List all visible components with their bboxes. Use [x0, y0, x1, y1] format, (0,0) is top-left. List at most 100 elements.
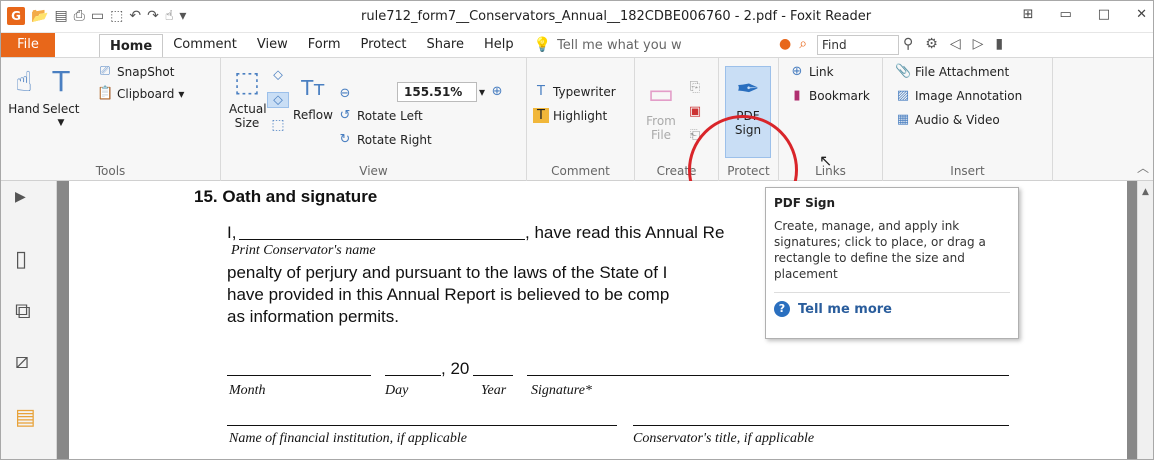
- line1-start: I,: [227, 223, 237, 242]
- maximize-icon[interactable]: □: [1098, 7, 1110, 22]
- layers-icon[interactable]: ⧄: [15, 349, 29, 374]
- year-prefix: , 20: [441, 359, 470, 378]
- group-label-comment: Comment: [551, 164, 610, 178]
- reflow-icon: Tт: [301, 76, 325, 100]
- zoom-level-select[interactable]: 155.51%: [397, 82, 477, 102]
- ribbon-display-icon[interactable]: ⊞: [1023, 7, 1034, 22]
- paperclip-icon: 📎: [895, 64, 912, 79]
- group-label-insert: Insert: [950, 164, 985, 178]
- clipboard-icon: 📋: [97, 86, 114, 101]
- actual-size-button[interactable]: ⬚ Actual Size: [229, 66, 267, 131]
- create-scan-button[interactable]: ▣: [687, 104, 703, 119]
- group-label-view: View: [359, 164, 388, 178]
- collapse-ribbon-icon[interactable]: ︿: [1137, 159, 1149, 176]
- reflow-button[interactable]: Tт Reflow: [293, 72, 333, 122]
- zoom-in-icon[interactable]: ⊕: [489, 84, 505, 99]
- comments-icon[interactable]: ▤: [15, 405, 36, 430]
- window-controls: ⊞ ▭ □ ✕: [1023, 7, 1147, 22]
- tab-view[interactable]: View: [247, 33, 298, 57]
- day-field[interactable]: [385, 375, 441, 376]
- create-blank-button[interactable]: ⎘: [687, 80, 703, 95]
- find-settings-icon[interactable]: ⌕: [799, 36, 807, 52]
- customize-dropdown-icon[interactable]: ▾: [179, 7, 186, 25]
- body-line-3: have provided in this Annual Report is b…: [227, 285, 670, 304]
- zoom-dropdown-icon[interactable]: ▾: [479, 85, 485, 99]
- bookmark-button[interactable]: ▮ Bookmark: [789, 88, 869, 103]
- scan-icon: ▣: [688, 104, 702, 119]
- vertical-scrollbar[interactable]: ▲: [1137, 181, 1153, 459]
- hand-tool-icon[interactable]: ☝: [165, 7, 174, 25]
- zoom-out-icon: ⊖: [339, 86, 351, 101]
- print-icon[interactable]: ⎙: [74, 7, 85, 25]
- body-line-4: as information permits.: [227, 307, 399, 326]
- next-result-icon[interactable]: ▷: [973, 36, 984, 52]
- tab-protect[interactable]: Protect: [351, 33, 417, 57]
- foxit-help-icon[interactable]: ●: [779, 36, 791, 52]
- line1-end: , have read this Annual Re: [525, 223, 725, 242]
- minimize-icon[interactable]: ▭: [1060, 7, 1072, 22]
- conservator-title-field[interactable]: [633, 425, 1009, 426]
- zoom-out-button[interactable]: ⊖: [337, 86, 353, 101]
- from-file-button[interactable]: ▭ From File: [641, 78, 681, 143]
- print-name-label: Print Conservator's name: [231, 243, 376, 258]
- ribbon-home: ☝ Hand T Select ▼ ⎚ SnapShot 📋 Clipboard…: [1, 57, 1153, 225]
- open-icon[interactable]: 📂: [31, 7, 48, 25]
- search-icon[interactable]: ⚲: [903, 36, 913, 52]
- file-attachment-button[interactable]: 📎 File Attachment: [895, 64, 1009, 79]
- tab-help[interactable]: Help: [474, 33, 524, 57]
- tab-form[interactable]: Form: [298, 33, 351, 57]
- tell-me-more-link[interactable]: ? Tell me more: [774, 301, 1010, 317]
- quick-access-toolbar: G 📂 ▤ ⎙ ▭ ⬚ ↶ ↷ ☝ ▾: [7, 7, 186, 25]
- hand-button[interactable]: ☝ Hand: [7, 66, 41, 117]
- institution-field[interactable]: [227, 425, 617, 426]
- rotate-left-button[interactable]: ↺ Rotate Left: [337, 108, 423, 123]
- body-line-2: penalty of perjury and pursuant to the l…: [227, 263, 668, 282]
- window-title: rule712_form7__Conservators_Annual__182C…: [361, 9, 872, 24]
- expand-panel-icon[interactable]: ▶: [15, 189, 26, 205]
- title-bar: G 📂 ▤ ⎙ ▭ ⬚ ↶ ↷ ☝ ▾ rule712_form7__Conse…: [1, 1, 1153, 33]
- tab-home[interactable]: Home: [99, 33, 164, 59]
- pen-sign-icon: ✒: [736, 72, 760, 105]
- tooltip-title: PDF Sign: [774, 196, 836, 210]
- rotate-right-icon: ↻: [339, 132, 351, 147]
- rotate-left-icon: ↺: [339, 108, 351, 123]
- search-options-icon[interactable]: ⚙: [925, 36, 938, 52]
- clipboard-button[interactable]: 📋 Clipboard ▾: [97, 86, 184, 101]
- month-field[interactable]: [227, 375, 371, 376]
- tell-me-search[interactable]: 💡 Tell me what you w: [524, 37, 682, 53]
- rotate-right-button[interactable]: ↻ Rotate Right: [337, 132, 432, 147]
- fit-width-icon[interactable]: ⬦: [267, 92, 289, 108]
- navigation-panel: ▶ ▯ ⧉ ⧄ ▤: [1, 181, 57, 459]
- image-annotation-button[interactable]: ▨ Image Annotation: [895, 88, 1022, 103]
- print-preview-icon[interactable]: ▭: [91, 7, 104, 25]
- help-icon: ?: [774, 301, 790, 317]
- audio-video-button[interactable]: ▦ Audio & Video: [895, 112, 1000, 127]
- tab-comment[interactable]: Comment: [163, 33, 247, 57]
- select-button[interactable]: T Select ▼: [41, 66, 81, 130]
- highlight-button[interactable]: T Highlight: [533, 108, 607, 123]
- undo-icon[interactable]: ↶: [129, 7, 141, 25]
- ribbon-tabs: File Home Comment View Form Protect Shar…: [1, 33, 1153, 59]
- blank-page-icon: ⎘: [689, 80, 701, 95]
- new-icon[interactable]: ⬚: [110, 7, 123, 25]
- link-button[interactable]: ⊕ Link: [789, 64, 834, 79]
- snapshot-button[interactable]: ⎚ SnapShot: [97, 64, 175, 79]
- fit-visible-icon[interactable]: ⬚: [267, 118, 289, 132]
- find-input[interactable]: Find: [817, 35, 899, 55]
- pages-icon[interactable]: ⧉: [15, 299, 31, 324]
- typewriter-button[interactable]: T Typewriter: [533, 84, 616, 99]
- tab-file[interactable]: File: [1, 33, 55, 57]
- signature-field[interactable]: [527, 375, 1009, 376]
- previous-result-icon[interactable]: ◁: [950, 36, 961, 52]
- account-icon[interactable]: ▮: [995, 36, 1003, 52]
- tab-share[interactable]: Share: [416, 33, 474, 57]
- redo-icon[interactable]: ↷: [147, 7, 159, 25]
- conservator-name-field[interactable]: [239, 239, 525, 240]
- bookmarks-icon[interactable]: ▯: [15, 247, 27, 272]
- scroll-up-icon[interactable]: ▲: [1142, 187, 1149, 197]
- fit-page-icon[interactable]: ⬦: [267, 68, 289, 82]
- close-icon[interactable]: ✕: [1136, 7, 1147, 22]
- year-field[interactable]: [473, 375, 513, 376]
- foxit-window: G 📂 ▤ ⎙ ▭ ⬚ ↶ ↷ ☝ ▾ rule712_form7__Conse…: [0, 0, 1154, 460]
- save-icon[interactable]: ▤: [54, 7, 67, 25]
